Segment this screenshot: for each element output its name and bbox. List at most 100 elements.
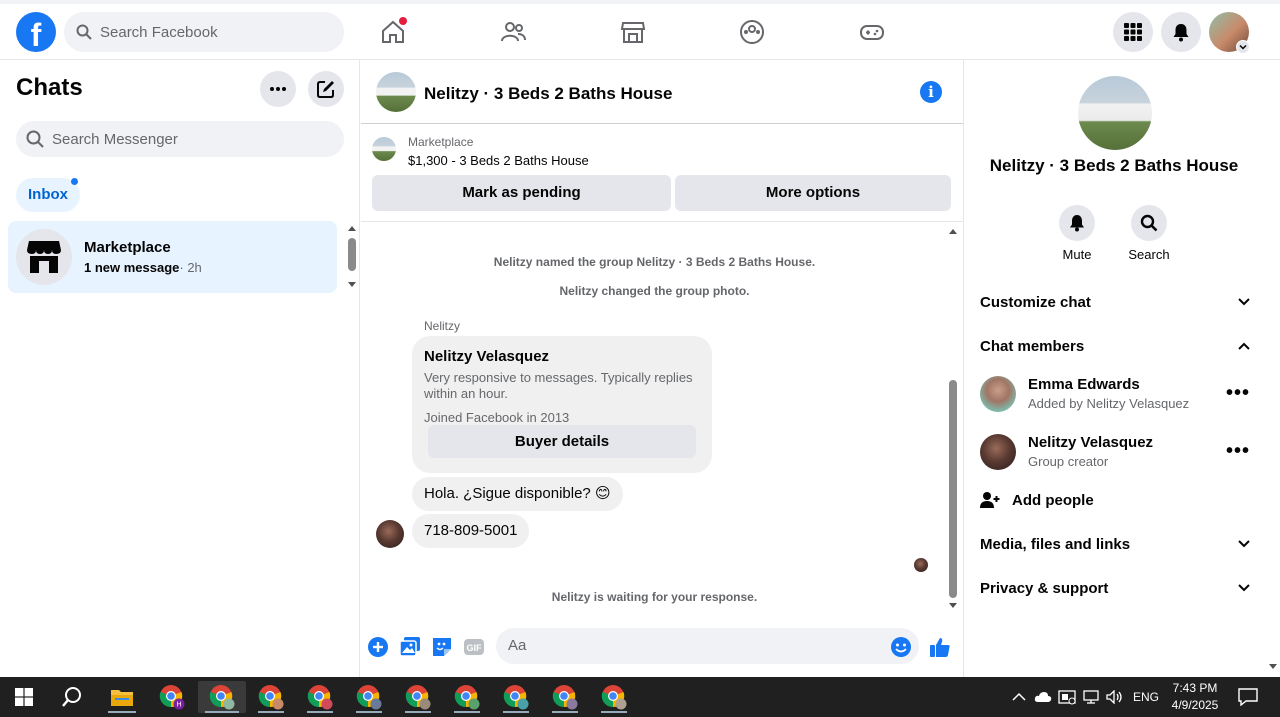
chat-time: · 2h [179,260,202,275]
chrome-profile-icon[interactable] [402,681,434,713]
listing-price-title[interactable]: $1,300 - 3 Beds 2 Baths House [408,153,589,168]
marketplace-listing-card: Marketplace $1,300 - 3 Beds 2 Baths Hous… [361,125,963,222]
sender-avatar[interactable] [376,520,404,548]
message-thread: Nelitzy named the group Nelitzy · 3 Beds… [361,223,963,614]
chevron-down-icon [1238,584,1250,592]
emoji-icon[interactable] [890,636,912,658]
chat-members-section[interactable]: Chat members [980,331,1250,361]
chevron-down-icon [1238,540,1250,548]
chrome-profile-icon[interactable] [451,681,483,713]
chrome-profile-icon[interactable]: H [156,681,188,713]
member-row[interactable]: Nelitzy Velasquez Group creator ••• [980,432,1250,476]
message-input-placeholder: Aa [508,637,527,654]
sender-name: Nelitzy [424,319,461,333]
message-input[interactable]: Aa [496,628,919,664]
search-icon [76,24,92,40]
home-icon[interactable] [377,16,409,48]
gif-icon[interactable]: GIF [463,636,485,658]
file-explorer-icon[interactable] [106,681,138,713]
messenger-search-input[interactable]: Search Messenger [16,121,344,157]
notifications-bell-icon[interactable] [1161,12,1201,52]
search-in-conversation-button[interactable]: Search [1119,205,1179,262]
chrome-profile-icon[interactable] [198,681,246,713]
message-bubble[interactable]: 718-809-5001 [412,514,530,548]
buyer-responsiveness: Very responsive to messages. Typically r… [424,370,693,401]
plus-circle-icon[interactable] [367,636,389,658]
chat-list-scrollbar[interactable] [347,223,357,291]
svg-text:H: H [176,702,181,709]
marketplace-label: Marketplace [408,135,474,149]
buyer-details-button[interactable]: Buyer details [428,425,696,458]
facebook-search-input[interactable]: Search Facebook [64,12,344,52]
messenger-search-placeholder: Search Messenger [52,130,178,148]
friends-icon[interactable] [497,16,529,48]
member-avatar [980,434,1016,470]
add-people-button[interactable]: Add people [980,485,1250,515]
chat-preview-text: 1 new message [84,260,180,275]
volume-speaker-icon[interactable] [1106,677,1124,717]
new-message-button[interactable] [308,71,344,107]
chrome-profile-icon[interactable] [353,681,385,713]
chat-preview: 1 new message· 2h [84,260,202,275]
waiting-status: Nelitzy is waiting for your response. [551,590,758,604]
listing-thumbnail[interactable] [372,137,396,161]
search-icon [1131,205,1167,241]
gaming-icon[interactable] [856,16,888,48]
chrome-profile-icon[interactable] [304,681,336,713]
clock-time: 7:43 PM [1172,681,1218,695]
mark-as-pending-button[interactable]: Mark as pending [372,175,671,211]
customize-chat-label: Customize chat [980,293,1091,311]
message-composer: GIF Aa [361,623,963,673]
input-language[interactable]: ENG [1133,677,1159,717]
chevron-down-icon [1238,298,1250,306]
menu-grid-icon[interactable] [1113,12,1153,52]
bell-icon [1059,205,1095,241]
search-icon [26,130,44,148]
conversation-panel: Nelitzy · 3 Beds 2 Baths House i Marketp… [361,60,964,677]
media-files-links-section[interactable]: Media, files and links [980,529,1250,559]
chrome-profile-icon[interactable] [549,681,581,713]
member-subtitle: Added by Nelitzy Velasquez [1028,396,1190,411]
member-row[interactable]: Emma Edwards Added by Nelitzy Velasquez … [980,374,1250,418]
chrome-profile-icon[interactable] [255,681,287,713]
inbox-label: Inbox [28,186,68,203]
chrome-profile-icon[interactable] [500,681,532,713]
network-icon[interactable] [1083,677,1099,717]
group-photo-large[interactable] [1078,76,1152,150]
page-scrollbar[interactable] [1266,60,1280,677]
customize-chat-section[interactable]: Customize chat [980,287,1250,317]
member-options-icon[interactable]: ••• [1226,382,1250,405]
groups-icon[interactable] [736,16,768,48]
sticker-icon[interactable] [431,636,453,658]
chrome-profile-icon[interactable] [598,681,630,713]
conversation-header: Nelitzy · 3 Beds 2 Baths House i [361,60,963,124]
conversation-title[interactable]: Nelitzy · 3 Beds 2 Baths House [424,84,672,104]
marketplace-icon[interactable] [617,16,649,48]
windows-start-icon[interactable] [8,681,40,713]
inbox-filter-tab[interactable]: Inbox [16,178,80,212]
message-bubble[interactable]: Hola. ¿Sigue disponible? 😊 [412,477,623,511]
photo-attach-icon[interactable] [399,636,421,658]
more-options-button[interactable]: More options [675,175,951,211]
chats-title: Chats [16,74,83,101]
facebook-logo[interactable]: f [16,12,56,52]
like-thumbs-up-icon[interactable] [929,636,951,658]
group-name: Nelitzy · 3 Beds 2 Baths House [989,156,1239,175]
chat-list-item-marketplace[interactable]: Marketplace 1 new message· 2h [8,221,337,293]
conversation-info-icon[interactable]: i [920,81,942,103]
account-chevron-down-icon[interactable] [1236,40,1250,54]
chat-options-button[interactable] [260,71,296,107]
chat-name: Marketplace [84,239,171,256]
taskbar-clock[interactable]: 7:43 PM 4/9/2025 [1158,680,1232,714]
notification-center-icon[interactable] [1238,677,1258,717]
taskbar-search-icon[interactable] [56,681,88,713]
member-options-icon[interactable]: ••• [1226,440,1250,463]
member-name: Nelitzy Velasquez [1028,434,1154,451]
onedrive-cloud-icon[interactable] [1034,677,1052,717]
privacy-support-section[interactable]: Privacy & support [980,573,1250,603]
show-hidden-icons-chevron-up-icon[interactable] [1012,677,1026,717]
message-thread-scrollbar[interactable] [945,223,961,614]
group-photo-avatar[interactable] [376,72,416,112]
mute-button[interactable]: Mute [1047,205,1107,262]
security-center-icon[interactable] [1058,677,1076,717]
